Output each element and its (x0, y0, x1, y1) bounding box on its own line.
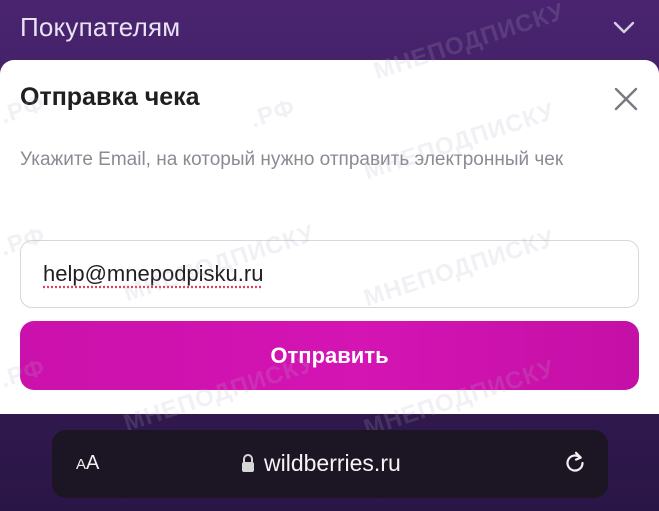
section-header[interactable]: Покупателям (0, 0, 659, 60)
text-size-button[interactable]: AA (76, 452, 99, 475)
send-button[interactable]: Отправить (20, 321, 639, 390)
browser-address-bar[interactable]: AA wildberries.ru (52, 430, 608, 498)
url-text: wildberries.ru (264, 450, 401, 476)
sheet-description: Укажите Email, на который нужно отправит… (20, 149, 564, 170)
email-value[interactable]: help@mnepodpisku.ru (43, 261, 263, 287)
email-field[interactable]: help@mnepodpisku.ru (20, 240, 639, 308)
lock-icon (242, 454, 254, 472)
close-icon[interactable] (611, 84, 641, 114)
send-button-label: Отправить (270, 343, 389, 368)
reload-icon[interactable] (562, 450, 588, 476)
chevron-down-icon[interactable] (611, 14, 637, 40)
section-title: Покупателям (20, 12, 181, 42)
sheet-title: Отправка чека (20, 83, 200, 111)
